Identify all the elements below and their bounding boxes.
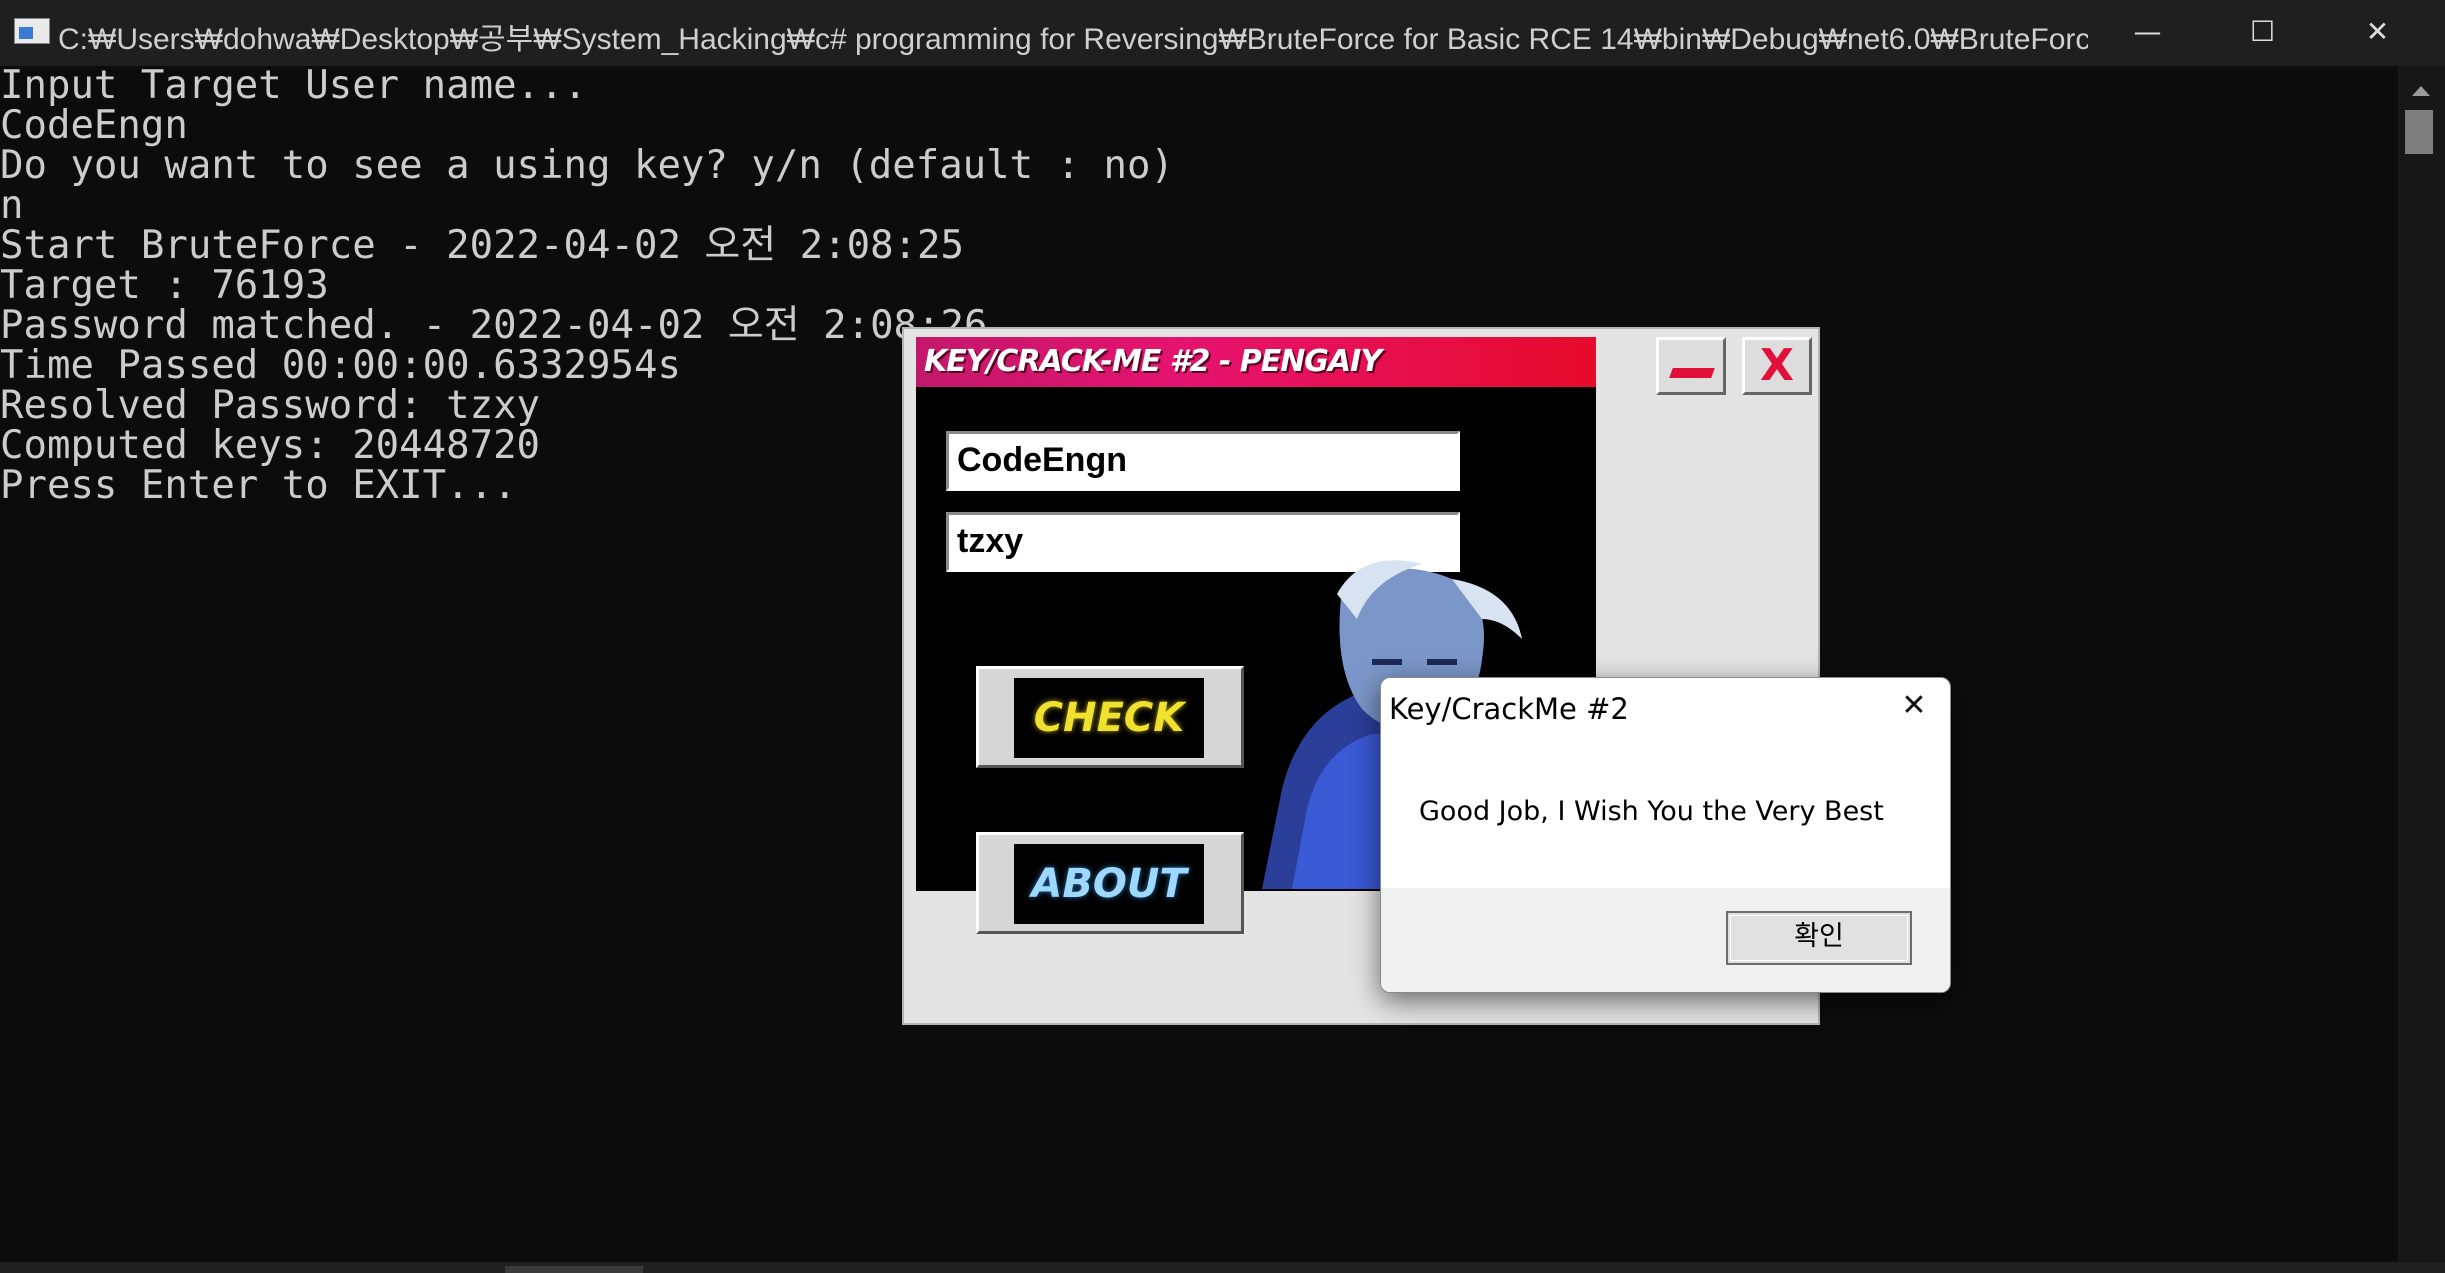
scroll-up-arrow-icon[interactable] [2412,86,2430,96]
console-line: Do you want to see a using key? y/n (def… [0,143,1174,188]
crackme-close-button[interactable]: X [1742,337,1812,395]
about-label: ABOUT [1031,861,1187,907]
minimize-button[interactable]: — [2090,0,2205,66]
maximize-button[interactable]: ☐ [2205,0,2320,66]
about-button[interactable]: ABOUT [976,832,1244,934]
crackme-minimize-button[interactable] [1656,337,1726,395]
console-title-bar[interactable]: C:₩Users₩dohwa₩Desktop₩공부₩System_Hacking… [0,0,2445,66]
message-box-close-button[interactable]: ✕ [1889,684,1939,728]
console-line: Target : 76193 [0,263,329,308]
console-line: Input Target User name... [0,63,587,108]
scrollbar-thumb[interactable] [2405,110,2433,154]
console-line: CodeEngn [0,103,188,148]
console-scrollbar[interactable] [2398,66,2445,1273]
check-button[interactable]: CHECK [976,666,1244,768]
check-label: CHECK [1033,695,1185,741]
crackme-title-banner[interactable]: KEY/CRACK-ME #2 - PENGAIY [916,337,1596,387]
close-button[interactable]: ✕ [2320,0,2435,66]
message-box-dialog: Key/CrackMe #2 ✕ Good Job, I Wish You th… [1380,677,1951,993]
crackme-title-text: KEY/CRACK-ME #2 - PENGAIY [924,344,1382,379]
close-x-icon: X [1760,340,1794,391]
about-button-face: ABOUT [1014,844,1204,924]
console-app-icon [14,18,50,44]
console-line: n [0,183,24,228]
name-input[interactable]: CodeEngn [946,431,1460,491]
message-box-title: Key/CrackMe #2 [1389,692,1629,726]
taskbar-segment [505,1266,643,1273]
console-window-title: C:₩Users₩dohwa₩Desktop₩공부₩System_Hacking… [58,23,2088,56]
ok-button[interactable]: 확인 [1726,911,1912,965]
console-line: Start BruteForce - 2022-04-02 오전 2:08:25 [0,223,964,268]
taskbar-strip [0,1262,2445,1273]
message-box-text: Good Job, I Wish You the Very Best [1419,796,1884,827]
check-button-face: CHECK [1014,678,1204,758]
